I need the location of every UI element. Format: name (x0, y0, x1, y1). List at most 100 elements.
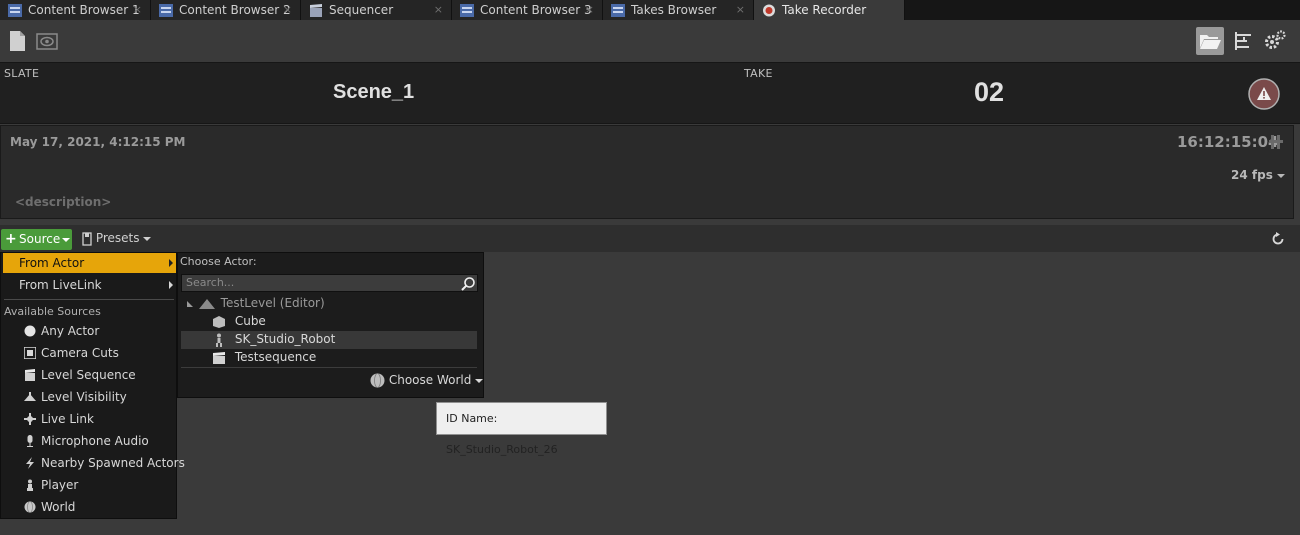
content-browser-icon (159, 3, 173, 17)
tree-item-label: Cube (234, 314, 266, 328)
hierarchy-icon (1235, 32, 1251, 50)
close-icon[interactable]: × (585, 0, 594, 20)
gear-icon (1265, 30, 1286, 49)
slate-value[interactable]: Scene_1 (333, 81, 414, 104)
take-date: May 17, 2021, 4:12:15 PM (10, 135, 186, 149)
source-item-level-sequence[interactable]: Level Sequence (25, 365, 136, 385)
eye-icon (36, 33, 58, 50)
source-item-microphone-audio[interactable]: Microphone Audio (27, 431, 149, 451)
description-field[interactable]: <description> (15, 195, 111, 209)
source-item-label: Any Actor (41, 324, 100, 338)
skeletal-mesh-icon (216, 333, 222, 347)
project-settings-button[interactable] (1261, 27, 1289, 55)
source-item-label: Level Sequence (41, 368, 136, 382)
tab-label: Content Browser 1 (28, 3, 140, 17)
picker-divider (181, 367, 477, 368)
content-browser-icon (460, 3, 474, 17)
lightning-icon (26, 457, 34, 469)
tab-sequencer[interactable]: Sequencer × (301, 0, 452, 20)
presets-label: Presets (95, 231, 140, 245)
tab-label: Takes Browser (631, 3, 717, 17)
source-item-label: Live Link (41, 412, 94, 426)
tab-content-browser-1[interactable]: Content Browser 1 × (0, 0, 151, 20)
tree-item-cube[interactable]: Cube (212, 312, 266, 330)
level-visibility-icon (24, 392, 36, 401)
chevron-right-icon (169, 281, 173, 289)
tree-item-sk-studio-robot[interactable]: SK_Studio_Robot (212, 330, 335, 348)
tree-item-label: TestLevel (Editor) (220, 296, 325, 310)
tree-item-testsequence[interactable]: Testsequence (212, 348, 316, 366)
source-item-label: Microphone Audio (41, 434, 149, 448)
tab-content-browser-2[interactable]: Content Browser 2 × (151, 0, 301, 20)
record-button[interactable] (1248, 78, 1280, 110)
tab-takes-browser[interactable]: Takes Browser × (603, 0, 754, 20)
world-icon (370, 373, 385, 388)
search-icon (461, 277, 475, 291)
fps-dropdown[interactable]: 24 fps (1231, 168, 1286, 182)
chevron-right-icon (169, 259, 173, 267)
new-take-button[interactable] (3, 27, 31, 55)
tree-item-label: Testsequence (234, 350, 317, 364)
presets-button[interactable]: Presets (82, 229, 152, 250)
timecode: 16:12:15:04 (1177, 133, 1279, 151)
close-icon[interactable]: × (434, 0, 443, 20)
livelink-icon (24, 413, 36, 425)
source-item-level-visibility[interactable]: Level Visibility (24, 387, 127, 407)
actor-search-field[interactable]: Search... (181, 274, 478, 292)
open-takes-browser-button[interactable] (1196, 27, 1224, 55)
tree-item-label: SK_Studio_Robot (234, 332, 336, 346)
tab-label: Sequencer (329, 3, 394, 17)
source-item-nearby-spawned-actors[interactable]: Nearby Spawned Actors (26, 453, 185, 473)
add-source-button[interactable]: + Source (1, 229, 72, 250)
tab-label: Content Browser 3 (480, 3, 592, 17)
content-browser-icon (611, 3, 625, 17)
sources-toolbar (0, 225, 1300, 252)
source-item-camera-cuts[interactable]: Camera Cuts (24, 343, 119, 363)
sequencer-icon (309, 3, 323, 17)
tab-take-recorder[interactable]: Take Recorder (754, 0, 905, 20)
source-item-world[interactable]: World (24, 497, 76, 517)
add-source-menu: From Actor From LiveLink Available Sourc… (0, 252, 185, 519)
close-icon[interactable]: × (736, 0, 745, 20)
choose-world-label: Choose World (388, 373, 472, 387)
choose-actor-heading: Choose Actor: (180, 255, 257, 268)
source-item-player[interactable]: Player (27, 475, 78, 495)
menu-item-label: From Actor (19, 256, 85, 270)
camera-cuts-icon (24, 347, 36, 359)
available-sources-heading: Available Sources (4, 305, 101, 318)
microphone-icon (27, 435, 33, 447)
chevron-down-icon (143, 236, 152, 241)
choose-world-button[interactable]: Choose World (370, 372, 484, 388)
tree-item-level[interactable]: TestLevel (Editor) (187, 294, 325, 312)
close-icon[interactable]: × (133, 0, 142, 20)
menu-item-from-livelink[interactable]: From LiveLink (3, 275, 176, 295)
tab-content-browser-3[interactable]: Content Browser 3 × (452, 0, 603, 20)
fps-value: 24 fps (1231, 168, 1273, 182)
source-item-label: Level Visibility (41, 390, 127, 404)
review-take-button[interactable] (33, 27, 61, 55)
source-item-label: World (41, 500, 76, 514)
static-mesh-actor-icon (213, 315, 225, 328)
toolbar (0, 20, 1300, 62)
plus-icon: + (5, 231, 17, 247)
take-value[interactable]: 02 (974, 77, 1004, 108)
take-label: TAKE (744, 67, 773, 80)
source-item-any-actor[interactable]: Any Actor (24, 321, 100, 341)
source-item-live-link[interactable]: Live Link (24, 409, 94, 429)
tab-label: Take Recorder (782, 3, 867, 17)
menu-item-from-actor[interactable]: From Actor (3, 253, 176, 273)
timecode-settings-icon[interactable] (1269, 133, 1285, 151)
source-item-label: Nearby Spawned Actors (41, 456, 185, 470)
player-icon (27, 479, 33, 491)
sphere-icon (24, 325, 36, 337)
slate-panel: SLATE Scene_1 TAKE 02 (0, 62, 1300, 124)
sequencer-settings-button[interactable] (1229, 27, 1257, 55)
tab-label: Content Browser 2 (179, 3, 291, 17)
revert-button[interactable] (1270, 231, 1286, 247)
clapper-icon (25, 369, 35, 381)
clapper-icon (213, 351, 225, 364)
level-icon (198, 298, 215, 309)
content-browser-icon (8, 3, 22, 17)
close-icon[interactable]: × (283, 0, 292, 20)
actor-tooltip: ID Name: SK_Studio_Robot_26 (436, 402, 607, 456)
